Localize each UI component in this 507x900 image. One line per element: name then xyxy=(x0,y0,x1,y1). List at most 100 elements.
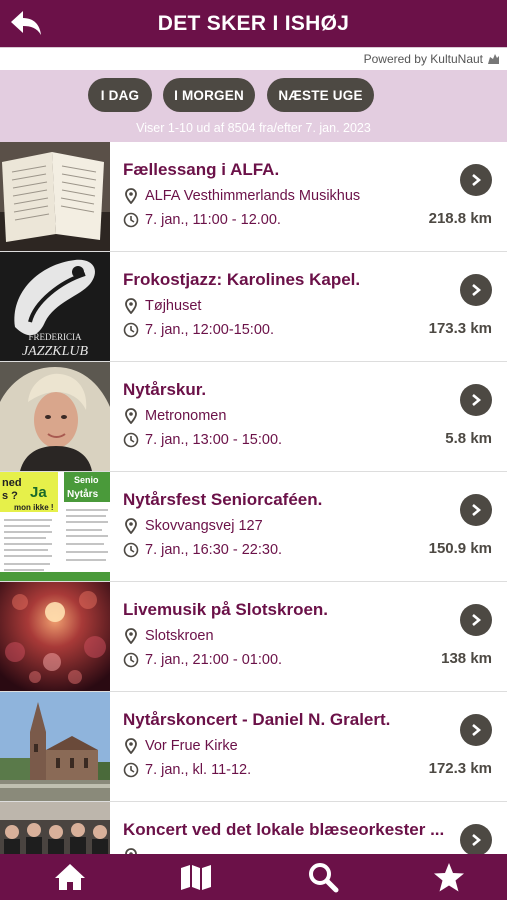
chevron-right-icon xyxy=(472,614,482,626)
location-text: Tøjhuset xyxy=(145,298,202,314)
page-title: DET SKER I ISHØJ xyxy=(157,12,350,35)
event-location: ALFA Vesthimmerlands Musikhus xyxy=(123,188,360,204)
poster-line6: Nytårs xyxy=(67,488,99,500)
tab-map[interactable] xyxy=(176,859,216,895)
result-count: Viser 1-10 ud af 8504 fra/efter 7. jan. … xyxy=(136,121,371,135)
clock-icon xyxy=(123,762,139,778)
logo-line2: JAZZKLUB xyxy=(22,344,89,359)
event-distance: 172.3 km xyxy=(428,760,492,777)
location-pin-icon xyxy=(123,518,139,534)
time-text: 7. jan., kl. 11-12. xyxy=(145,762,252,778)
event-thumbnail xyxy=(0,362,110,471)
event-distance: 138 km xyxy=(441,650,492,667)
event-time: 7. jan., kl. 11-12. xyxy=(123,762,251,778)
open-event-button[interactable] xyxy=(460,274,492,306)
clock-icon xyxy=(123,322,139,338)
tab-favorites[interactable] xyxy=(429,859,469,895)
event-distance: 5.8 km xyxy=(445,430,492,447)
event-thumbnail: ned s ? Ja mon ikke ! Senio Nytårs xyxy=(0,472,110,581)
event-thumbnail xyxy=(0,582,110,691)
event-time: 7. jan., 11:00 - 12.00. xyxy=(123,212,281,228)
poster-line3: Ja xyxy=(30,484,47,501)
map-icon xyxy=(181,865,211,890)
location-pin-icon xyxy=(123,628,139,644)
location-text: Skovvangsvej 127 xyxy=(145,518,263,534)
star-icon xyxy=(434,862,464,891)
event-item[interactable]: ned s ? Ja mon ikke ! Senio Nytårs Nytår… xyxy=(0,472,507,582)
powered-by-bar: Powered by KultuNaut xyxy=(0,47,507,70)
date-filter-bar: I DAG I MORGEN NÆSTE UGE Viser 1-10 ud a… xyxy=(0,70,507,142)
chevron-right-icon xyxy=(472,724,482,736)
event-title[interactable]: Livemusik på Slotskroen. xyxy=(123,600,458,620)
location-text: Slotskroen xyxy=(145,628,214,644)
time-text: 7. jan., 21:00 - 01:00. xyxy=(145,652,283,668)
event-distance: 173.3 km xyxy=(428,320,492,337)
event-title[interactable]: Nytårskoncert - Daniel N. Gralert. xyxy=(123,710,458,730)
event-location: Slotskroen xyxy=(123,628,214,644)
event-location: Skovvangsvej 127 xyxy=(123,518,263,534)
location-pin-icon xyxy=(123,408,139,424)
logo-line1: FREDERICIA xyxy=(28,332,82,342)
event-thumbnail xyxy=(0,692,110,801)
event-item[interactable]: Koncert ved det lokale blæseorkester ... xyxy=(0,802,507,854)
event-time: 7. jan., 21:00 - 01:00. xyxy=(123,652,282,668)
powered-by-text[interactable]: Powered by KultuNaut xyxy=(364,52,483,66)
chevron-right-icon xyxy=(472,394,482,406)
home-icon xyxy=(55,864,85,890)
top-bar: DET SKER I ISHØJ xyxy=(0,0,507,47)
poster-line5: Senio xyxy=(74,475,99,485)
poster-line2: s ? xyxy=(2,490,18,502)
event-location: Vor Frue Kirke xyxy=(123,738,238,754)
event-item[interactable]: Livemusik på Slotskroen. Slotskroen 7. j… xyxy=(0,582,507,692)
tomorrow-button[interactable]: I MORGEN xyxy=(163,78,255,112)
tab-home[interactable] xyxy=(50,859,90,895)
time-text: 7. jan., 12:00-15:00. xyxy=(145,322,274,338)
event-title[interactable]: Frokostjazz: Karolines Kapel. xyxy=(123,270,458,290)
event-location: Metronomen xyxy=(123,408,226,424)
location-text: Vor Frue Kirke xyxy=(145,738,238,754)
open-event-button[interactable] xyxy=(460,164,492,196)
poster-line1: ned xyxy=(2,477,22,489)
event-location: Tøjhuset xyxy=(123,298,201,314)
kultunaut-logo-icon xyxy=(488,54,499,64)
event-distance: 218.8 km xyxy=(428,210,492,227)
open-event-button[interactable] xyxy=(460,714,492,746)
open-event-button[interactable] xyxy=(460,604,492,636)
today-button[interactable]: I DAG xyxy=(88,78,152,112)
time-text: 7. jan., 11:00 - 12.00. xyxy=(145,212,281,228)
tab-search[interactable] xyxy=(303,859,343,895)
chevron-right-icon xyxy=(472,174,482,186)
event-item[interactable]: FREDERICIA JAZZKLUB Frokostjazz: Karolin… xyxy=(0,252,507,362)
event-item[interactable]: Nytårskur. Metronomen 7. jan., 13:00 - 1… xyxy=(0,362,507,472)
poster-line4: mon ikke ! xyxy=(14,503,54,512)
open-event-button[interactable] xyxy=(460,824,492,854)
event-list[interactable]: Fællessang i ALFA. ALFA Vesthimmerlands … xyxy=(0,142,507,854)
open-event-button[interactable] xyxy=(460,384,492,416)
bottom-tab-bar xyxy=(0,854,507,900)
chevron-right-icon xyxy=(472,834,482,846)
event-title[interactable]: Nytårsfest Seniorcaféen. xyxy=(123,490,458,510)
clock-icon xyxy=(123,212,139,228)
clock-icon xyxy=(123,652,139,668)
chevron-right-icon xyxy=(472,504,482,516)
event-thumbnail: FREDERICIA JAZZKLUB xyxy=(0,252,110,361)
next-week-button[interactable]: NÆSTE UGE xyxy=(267,78,374,112)
location-pin-icon xyxy=(123,188,139,204)
event-time: 7. jan., 16:30 - 22:30. xyxy=(123,542,282,558)
search-icon xyxy=(309,863,339,893)
event-item[interactable]: Fællessang i ALFA. ALFA Vesthimmerlands … xyxy=(0,142,507,252)
event-thumbnail xyxy=(0,142,110,251)
location-pin-icon xyxy=(123,298,139,314)
location-text: Metronomen xyxy=(145,408,227,424)
event-item[interactable]: Nytårskoncert - Daniel N. Gralert. Vor F… xyxy=(0,692,507,802)
clock-icon xyxy=(123,432,139,448)
event-title[interactable]: Koncert ved det lokale blæseorkester ... xyxy=(123,820,458,840)
time-text: 7. jan., 16:30 - 22:30. xyxy=(145,542,283,558)
event-title[interactable]: Fællessang i ALFA. xyxy=(123,160,458,180)
event-title[interactable]: Nytårskur. xyxy=(123,380,458,400)
time-text: 7. jan., 13:00 - 15:00. xyxy=(145,432,283,448)
event-distance: 150.9 km xyxy=(428,540,492,557)
clock-icon xyxy=(123,542,139,558)
location-text: ALFA Vesthimmerlands Musikhus xyxy=(145,188,361,204)
open-event-button[interactable] xyxy=(460,494,492,526)
